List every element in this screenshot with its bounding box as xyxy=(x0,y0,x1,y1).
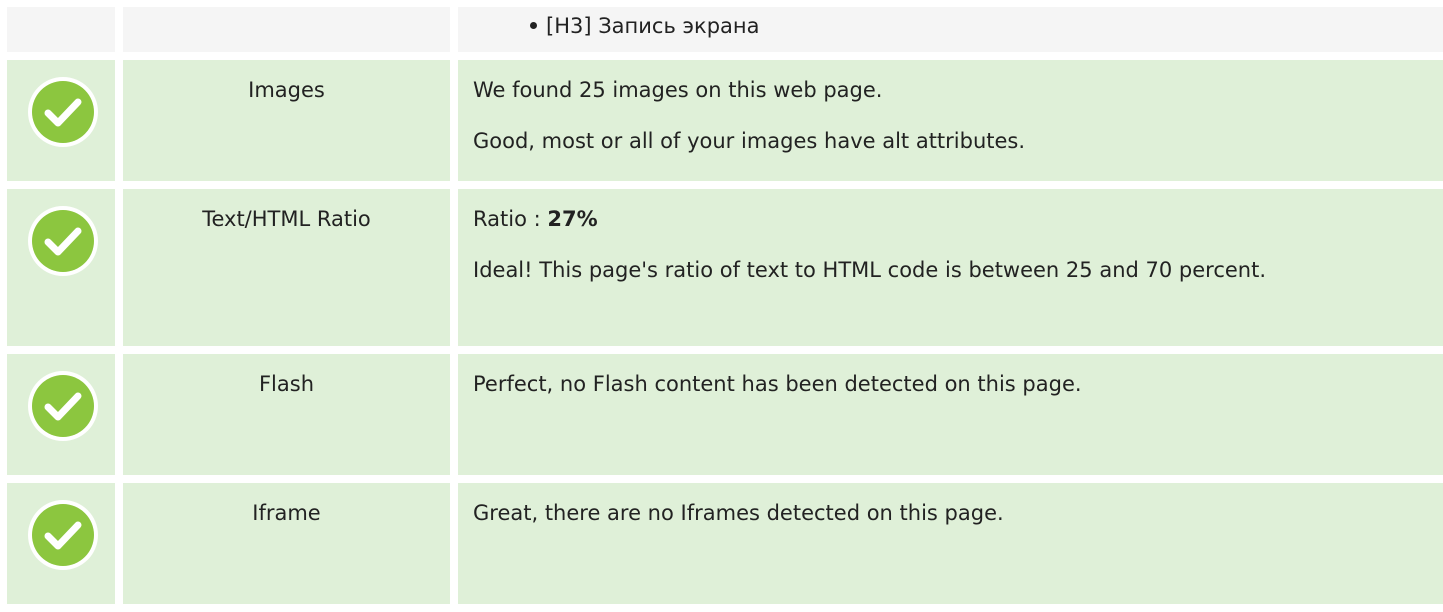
row-label: Text/HTML Ratio xyxy=(123,189,450,346)
status-cell xyxy=(7,60,115,181)
ratio-value: 27% xyxy=(547,207,598,231)
ratio-label: Ratio : xyxy=(473,207,548,231)
images-count-text: We found 25 images on this web page. xyxy=(473,78,883,102)
text-html-ratio-row: Text/HTML Ratio Ratio : 27% Ideal! This … xyxy=(7,189,1443,346)
status-cell xyxy=(7,354,115,475)
check-circle-icon xyxy=(28,77,98,147)
flash-text: Perfect, no Flash content has been detec… xyxy=(473,372,1082,396)
row-label: Images xyxy=(123,60,450,181)
row-label: Flash xyxy=(123,354,450,475)
status-cell xyxy=(7,7,115,52)
row-content: We found 25 images on this web page. Goo… xyxy=(458,60,1443,181)
row-content: Ratio : 27% Ideal! This page's ratio of … xyxy=(458,189,1443,346)
headings-row-partial: [H3] Запись экрана xyxy=(7,7,1443,52)
check-circle-icon xyxy=(28,500,98,570)
row-content: Perfect, no Flash content has been detec… xyxy=(458,354,1443,475)
bullet-icon xyxy=(530,21,537,29)
images-row: Images We found 25 images on this web pa… xyxy=(7,60,1443,181)
status-cell xyxy=(7,189,115,346)
seo-report-table: [H3] Запись экрана Images We found 25 im… xyxy=(7,7,1443,612)
row-content: Great, there are no Iframes detected on … xyxy=(458,483,1443,604)
status-cell xyxy=(7,483,115,604)
flash-row: Flash Perfect, no Flash content has been… xyxy=(7,354,1443,475)
iframe-row: Iframe Great, there are no Iframes detec… xyxy=(7,483,1443,604)
row-label: Iframe xyxy=(123,483,450,604)
ratio-verdict-text: Ideal! This page's ratio of text to HTML… xyxy=(473,258,1267,282)
check-circle-icon xyxy=(28,371,98,441)
content-cell: [H3] Запись экрана xyxy=(458,7,1443,52)
images-alt-text: Good, most or all of your images have al… xyxy=(473,129,1026,153)
ratio-line: Ratio : 27% xyxy=(473,205,1423,233)
label-cell xyxy=(123,7,450,52)
heading-list-item: [H3] Запись экрана xyxy=(546,14,760,38)
check-circle-icon xyxy=(28,206,98,276)
iframe-text: Great, there are no Iframes detected on … xyxy=(473,501,1004,525)
